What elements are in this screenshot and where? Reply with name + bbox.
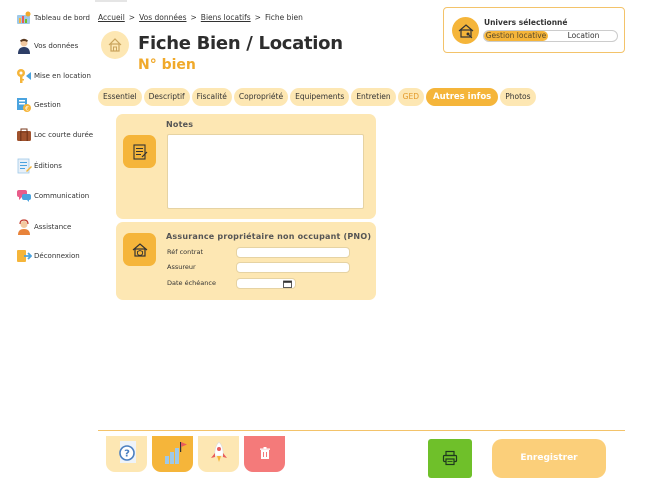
- page-subtitle: N° bien: [138, 57, 196, 73]
- pno-title: Assurance propriétaire non occupant (PNO…: [166, 232, 372, 241]
- breadcrumb-link-vos-donnees[interactable]: Vos données: [139, 13, 186, 22]
- tab-photos[interactable]: Photos: [500, 88, 536, 106]
- house-icon: [101, 31, 129, 59]
- sidebar-item-label: Vos données: [34, 42, 79, 50]
- save-button[interactable]: Enregistrer: [492, 439, 606, 478]
- svg-text:€: €: [25, 106, 29, 113]
- sidebar-item-tableau-de-bord[interactable]: Tableau de bord: [16, 9, 90, 27]
- pno-card: Assurance propriétaire non occupant (PNO…: [116, 222, 376, 300]
- assureur-input[interactable]: [236, 262, 350, 273]
- delete-button[interactable]: [244, 436, 285, 472]
- house-shield-icon: [123, 233, 156, 266]
- breadcrumb-link-accueil[interactable]: Accueil: [98, 13, 125, 22]
- ref-contrat-label: Réf contrat: [167, 248, 204, 256]
- sidebar-item-loc-courte-duree[interactable]: Loc courte durée: [16, 126, 93, 144]
- sidebar-item-mise-en-location[interactable]: Mise en location: [16, 67, 91, 85]
- breadcrumb-separator: >: [254, 13, 261, 22]
- launch-button[interactable]: [198, 436, 239, 472]
- sidebar-item-label: Gestion: [34, 101, 61, 109]
- printer-icon: [442, 450, 458, 468]
- chat-icon: [16, 188, 32, 204]
- trash-icon: [258, 446, 272, 462]
- sidebar-item-editions[interactable]: Éditions: [16, 157, 62, 175]
- tab-bar: Essentiel Descriptif Fiscalité Coproprié…: [98, 88, 536, 106]
- sidebar-item-communication[interactable]: Communication: [16, 187, 89, 205]
- tab-essentiel[interactable]: Essentiel: [98, 88, 142, 106]
- universe-switch: Gestion locative Location: [483, 30, 618, 42]
- progress-button[interactable]: [152, 436, 193, 472]
- support-agent-icon: [16, 219, 32, 235]
- sidebar-item-gestion[interactable]: € Gestion: [16, 96, 61, 114]
- breadcrumb: Accueil > Vos données > Biens locatifs > Fiche…: [98, 13, 303, 22]
- page-title: Fiche Bien / Location: [138, 33, 343, 54]
- tab-autres-infos[interactable]: Autres infos: [426, 88, 499, 106]
- sidebar: Tableau de bord Vos données Mise en loca…: [0, 0, 95, 484]
- progress-flag-icon: [158, 438, 188, 470]
- rocket-icon: [206, 440, 232, 468]
- house-key-icon: [452, 17, 479, 44]
- breadcrumb-separator: >: [190, 13, 197, 22]
- universe-selector: Univers sélectionné Gestion locative Loc…: [443, 7, 625, 53]
- document-icon: [16, 158, 32, 174]
- sidebar-item-label: Éditions: [34, 162, 62, 170]
- tab-equipements[interactable]: Equipements: [290, 88, 350, 106]
- sidebar-item-label: Déconnexion: [34, 252, 80, 260]
- breadcrumb-separator: >: [128, 13, 136, 22]
- tab-copropriete[interactable]: Copropriété: [233, 88, 289, 106]
- key-icon: [16, 68, 32, 84]
- tab-fiscalite[interactable]: Fiscalité: [191, 88, 232, 106]
- tab-entretien[interactable]: Entretien: [351, 88, 396, 106]
- dashboard-icon: [16, 10, 32, 26]
- notes-card: Notes: [116, 114, 376, 219]
- svg-text:?: ?: [124, 449, 130, 460]
- notes-icon: [123, 135, 156, 168]
- top-tab-indicator: [95, 0, 127, 2]
- tab-ged[interactable]: GED: [397, 88, 424, 106]
- sidebar-item-label: Mise en location: [34, 72, 91, 80]
- suitcase-icon: [16, 127, 32, 143]
- calendar-icon[interactable]: [283, 280, 292, 288]
- sidebar-item-label: Assistance: [34, 223, 72, 231]
- notes-title: Notes: [166, 120, 194, 129]
- assureur-label: Assureur: [167, 263, 196, 271]
- sidebar-item-vos-donnees[interactable]: Vos données: [16, 37, 78, 55]
- date-echeance-input[interactable]: [236, 278, 296, 289]
- universe-title: Univers sélectionné: [484, 18, 568, 27]
- breadcrumb-link-biens-locatifs[interactable]: Biens locatifs: [201, 13, 251, 22]
- ref-contrat-input[interactable]: [236, 247, 350, 258]
- sidebar-item-assistance[interactable]: Assistance: [16, 218, 71, 236]
- help-button[interactable]: ?: [106, 436, 147, 472]
- sidebar-item-label: Tableau de bord: [34, 14, 90, 22]
- date-echeance-label: Date échéance: [167, 279, 216, 287]
- notes-textarea[interactable]: [167, 134, 364, 209]
- logout-icon: [16, 248, 32, 264]
- universe-option-location[interactable]: Location: [550, 31, 617, 41]
- tab-descriptif[interactable]: Descriptif: [143, 88, 190, 106]
- gestion-icon: €: [16, 97, 32, 113]
- sidebar-item-label: Communication: [34, 192, 90, 200]
- help-document-icon: ?: [112, 438, 142, 470]
- universe-option-gestion-locative[interactable]: Gestion locative: [484, 31, 548, 41]
- print-button[interactable]: [428, 439, 472, 478]
- user-icon: [16, 38, 32, 54]
- footer-divider: [98, 430, 625, 431]
- sidebar-item-deconnexion[interactable]: Déconnexion: [16, 247, 80, 265]
- breadcrumb-current: Fiche bien: [264, 13, 303, 22]
- sidebar-item-label: Loc courte durée: [34, 131, 94, 139]
